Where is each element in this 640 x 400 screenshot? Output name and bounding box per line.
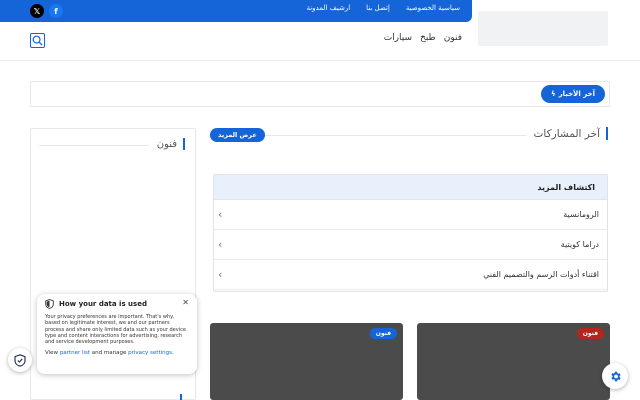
accent-bar bbox=[180, 394, 182, 400]
privacy-header: How your data is used bbox=[45, 299, 189, 309]
top-link-archive[interactable]: ارشيف المدونة bbox=[306, 4, 350, 12]
latest-news-button[interactable]: ϟ آخر الأخبار bbox=[540, 85, 605, 103]
section-divider bbox=[263, 135, 527, 136]
privacy-body: Your privacy preferences are important. … bbox=[45, 314, 186, 346]
privacy-settings-link[interactable]: privacy settings bbox=[128, 350, 172, 356]
x-icon[interactable]: 𝕏 bbox=[30, 4, 44, 18]
explore-item[interactable]: ‹ دراما كويتية bbox=[214, 230, 607, 260]
privacy-title: How your data is used bbox=[59, 300, 147, 308]
footer-middle: and manage bbox=[90, 350, 129, 357]
footer-prefix: View bbox=[45, 350, 60, 357]
partner-list-link[interactable]: partner list bbox=[60, 350, 90, 356]
latest-news-label: آخر الأخبار bbox=[558, 90, 595, 98]
shield-check-icon bbox=[14, 353, 26, 367]
privacy-footer: View partner list and manage privacy set… bbox=[45, 350, 189, 356]
shield-icon bbox=[45, 299, 54, 309]
top-link-privacy[interactable]: سياسية الخصوصية bbox=[406, 4, 460, 12]
settings-button[interactable] bbox=[602, 363, 628, 389]
explore-item[interactable]: ‹ اقتناء أدوات الرسم والتصميم الفني bbox=[214, 260, 607, 290]
title-accent-bar bbox=[606, 127, 608, 140]
category-tag[interactable]: فنون bbox=[369, 328, 397, 339]
bolt-icon: ϟ bbox=[550, 90, 556, 98]
sidebar-next-title bbox=[156, 394, 182, 400]
latest-news-bar: ϟ آخر الأخبار bbox=[30, 81, 610, 107]
sidebar-title-line bbox=[39, 145, 149, 146]
chevron-left-icon: ‹ bbox=[218, 238, 223, 251]
search-button[interactable] bbox=[30, 33, 45, 48]
search-icon bbox=[32, 35, 43, 46]
explore-item-label: الرومانسية bbox=[563, 210, 599, 219]
x-glyph: 𝕏 bbox=[33, 6, 41, 16]
chevron-left-icon: ‹ bbox=[218, 268, 223, 281]
post-card[interactable]: فنون bbox=[417, 323, 610, 400]
category-tag[interactable]: فنون bbox=[576, 328, 604, 339]
nav-item-cars[interactable]: سيارات bbox=[384, 33, 412, 43]
top-bar: سياسية الخصوصية إتصل بنا ارشيف المدونة bbox=[0, 0, 472, 22]
chevron-left-icon: ‹ bbox=[218, 208, 223, 221]
latest-posts-title-text: آخر المشاركات bbox=[533, 127, 600, 140]
nav-item-arts[interactable]: فنون bbox=[444, 33, 462, 43]
main-nav: فنون طبخ سيارات bbox=[382, 33, 462, 43]
nav-item-cooking[interactable]: طبخ bbox=[420, 33, 436, 43]
top-links: سياسية الخصوصية إتصل بنا ارشيف المدونة bbox=[306, 4, 460, 12]
sidebar-title: فنون bbox=[157, 138, 185, 150]
post-card[interactable]: فنون bbox=[210, 323, 403, 400]
explore-more-title: اكتشاف المزيد bbox=[214, 175, 607, 200]
gear-icon bbox=[610, 371, 621, 381]
facebook-icon[interactable]: f bbox=[49, 4, 63, 18]
explore-item-label: اقتناء أدوات الرسم والتصميم الفني bbox=[483, 270, 599, 279]
show-more-button[interactable]: عرض المزيد bbox=[210, 128, 265, 142]
close-icon[interactable]: ✕ bbox=[182, 298, 189, 307]
explore-item-label: دراما كويتية bbox=[560, 240, 599, 249]
explore-item[interactable]: ‹ الرومانسية bbox=[214, 200, 607, 230]
latest-posts-title: آخر المشاركات bbox=[534, 127, 608, 140]
top-link-contact[interactable]: إتصل بنا bbox=[366, 4, 390, 12]
sidebar-accent-bar bbox=[183, 138, 185, 150]
footer-suffix: . bbox=[172, 350, 174, 357]
site-logo[interactable] bbox=[478, 11, 608, 46]
header-divider bbox=[0, 60, 640, 61]
privacy-shield-button[interactable] bbox=[8, 348, 32, 372]
privacy-popup: How your data is used ✕ Your privacy pre… bbox=[37, 294, 197, 374]
explore-more-box: اكتشاف المزيد ‹ الرومانسية ‹ دراما كويتي… bbox=[213, 174, 608, 292]
sidebar-title-text: فنون bbox=[156, 138, 177, 150]
facebook-glyph: f bbox=[54, 6, 58, 16]
